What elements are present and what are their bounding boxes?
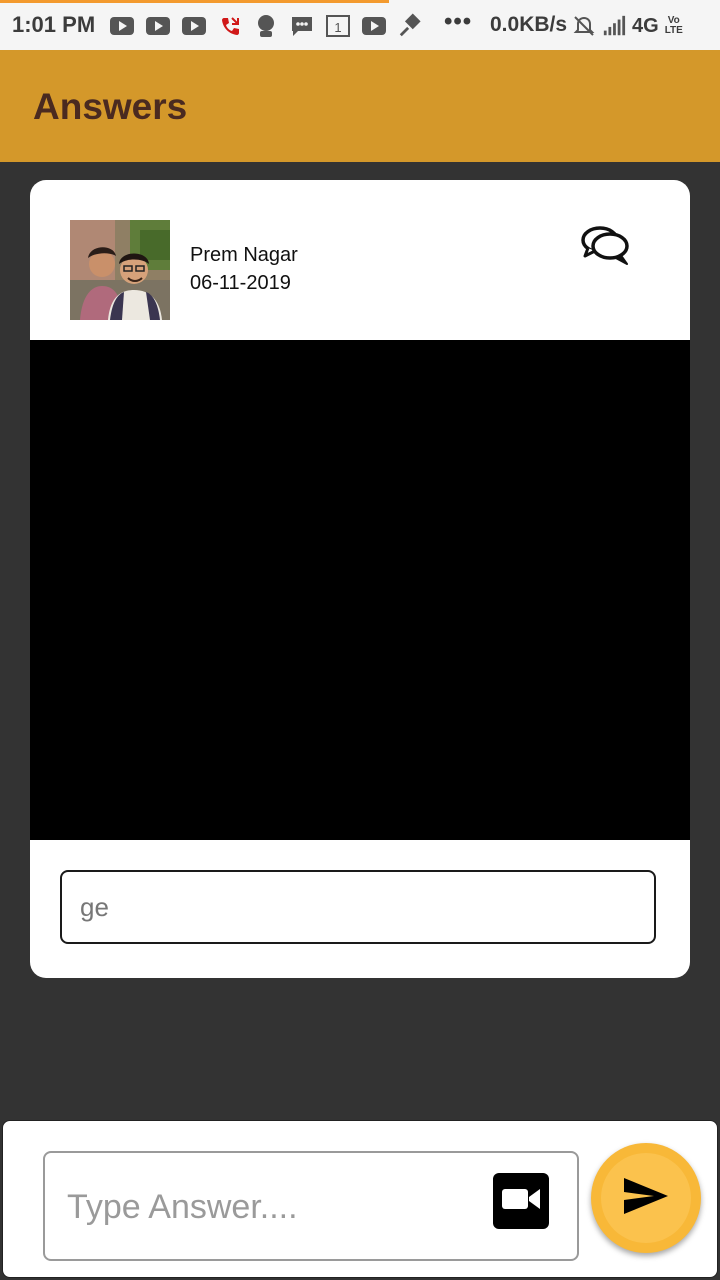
record-video-button[interactable] [493,1173,549,1229]
more-notifications: ••• [444,8,473,35]
post-date: 06-11-2019 [190,272,291,294]
answer-input-container [43,1151,579,1261]
calendar-day: 1 [334,20,341,35]
comments-icon[interactable] [580,224,632,268]
system-icons: 4G Vo LTE [572,12,683,40]
app-bar: Answers [0,50,720,162]
pin-icon [398,13,422,38]
youtube-icon [362,14,386,38]
silent-icon [572,14,596,38]
answer-card: Prem Nagar 06-11-2019 ge [30,180,690,978]
avatar[interactable] [70,220,170,320]
notification-icons: 1 [110,12,422,40]
missed-call-icon [218,14,242,38]
message-icon [290,14,314,38]
signal-icon [602,14,626,38]
network-type: 4G [632,14,659,37]
calendar-icon: 1 [326,14,350,38]
answer-composer [2,1120,718,1278]
answer-input[interactable] [65,1153,489,1261]
send-button[interactable] [591,1143,701,1253]
app-notification-icon [254,14,278,38]
page-title: Answers [33,86,188,127]
video-camera-icon [500,1185,542,1218]
status-time: 1:01 PM [12,12,96,37]
answer-text: ge [80,891,109,922]
youtube-icon [146,14,170,38]
status-progress-bar [0,0,389,3]
youtube-icon [110,14,134,38]
video-player[interactable] [30,340,690,840]
volte-bottom: LTE [664,25,683,36]
user-name: Prem Nagar [190,244,298,266]
volte-indicator: Vo LTE [665,16,683,36]
answer-text-field[interactable]: ge [60,870,656,944]
send-button-inner [601,1153,691,1243]
send-icon [620,1174,672,1223]
youtube-icon [182,14,206,38]
network-speed: 0.0KB/s [490,13,568,36]
status-bar: 1:01 PM 1 ••• 0.0KB/s 4G Vo LTE [0,0,720,50]
